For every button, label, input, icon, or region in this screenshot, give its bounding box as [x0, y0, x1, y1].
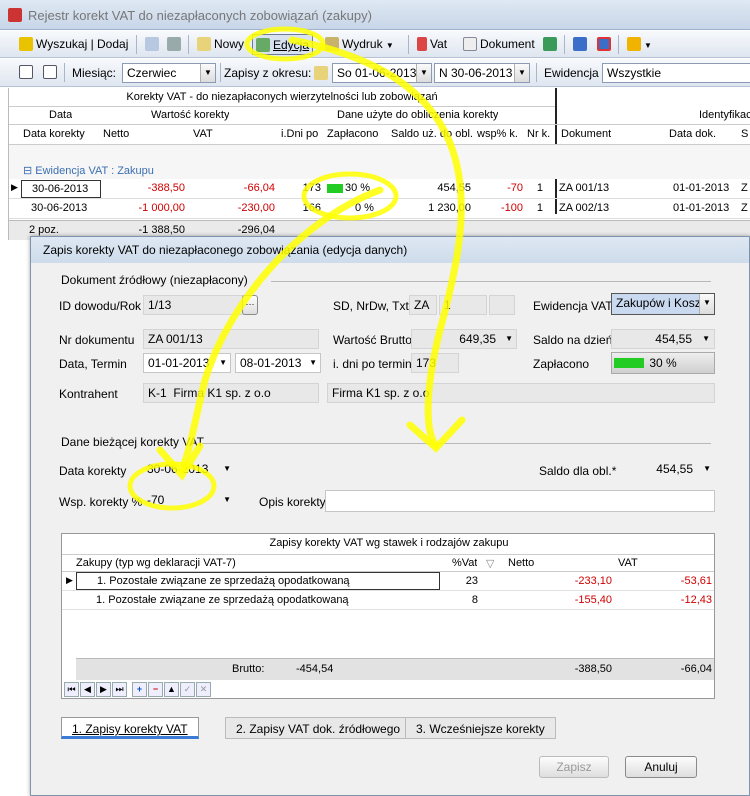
annotation-arrows — [127, 26, 466, 511]
